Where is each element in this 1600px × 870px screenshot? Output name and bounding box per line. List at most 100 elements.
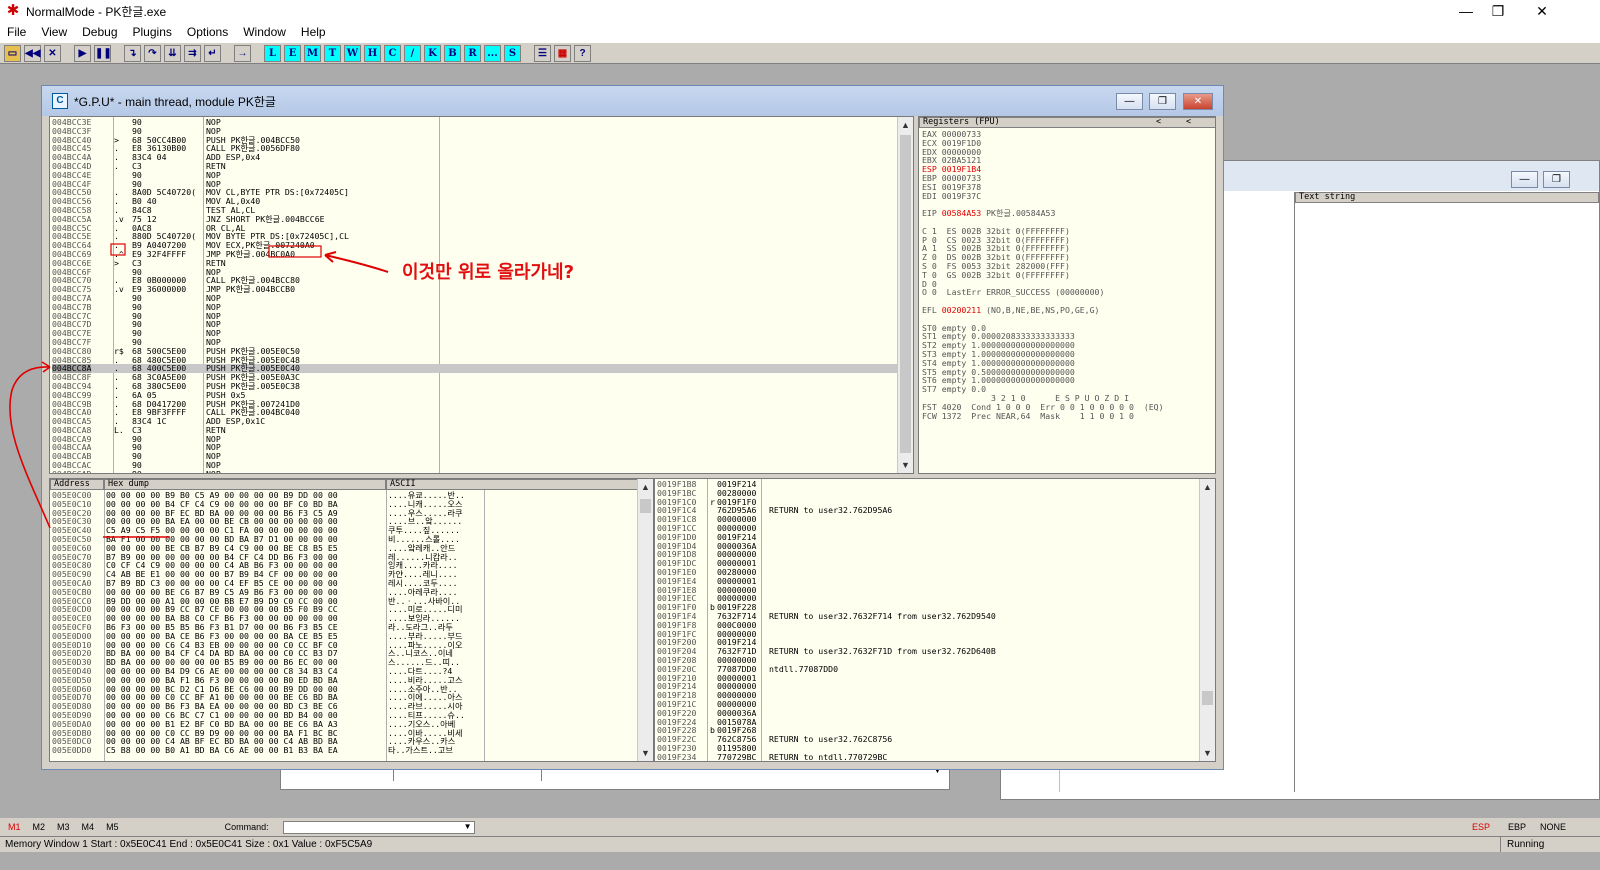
disasm-row[interactable]: 004BCC7D 90 NOP	[52, 320, 897, 329]
mark-m2[interactable]: M2	[33, 822, 46, 832]
open-icon[interactable]: ▭	[4, 44, 21, 62]
disasm-row[interactable]: 004BCCAD 90 NOP	[52, 470, 897, 473]
register-line[interactable]: EDI 0019F37C	[922, 191, 1164, 201]
disasm-row[interactable]: 004BCC75 .v E9 36000000 JMP PK한글.004BCCB0	[52, 285, 897, 294]
bg-minimize-button[interactable]: —	[1511, 171, 1538, 188]
disasm-row[interactable]: 004BCC7C 90 NOP	[52, 311, 897, 321]
disasm-row[interactable]: 004BCC56. B0 40 MOV AL,0x40	[52, 197, 897, 206]
dump-scrollbar[interactable]: ▲ ▼	[637, 479, 653, 761]
references-window-button[interactable]: R	[464, 44, 481, 62]
modules-window-button[interactable]: E	[284, 44, 301, 62]
register-line[interactable]: O 0 LastErr ERROR_SUCCESS (00000000)	[922, 288, 1164, 297]
dump-row[interactable]: 005E0DD0 C5 B8 00 00 B0 A1 BD BA C6 AE 00…	[52, 746, 632, 755]
disasm-row[interactable]: 004BCCA9 90 NOP	[52, 434, 897, 444]
disasm-row[interactable]: 004BCCAA 90 NOP	[52, 443, 897, 452]
run-icon[interactable]: ▶	[74, 44, 91, 62]
register-ebp[interactable]: EBP	[1508, 822, 1526, 832]
disassembly-scrollbar[interactable]: ▲ ▼	[897, 117, 913, 473]
stack-pane[interactable]: 0019F1B8 0019F214 0019F1BC 00280000 0019F1…	[654, 478, 1216, 762]
disasm-row[interactable]: 004BCC7B 90 NOP	[52, 302, 897, 312]
scroll-thumb[interactable]	[1202, 691, 1213, 705]
bg-restore-button[interactable]: ❐	[1543, 171, 1570, 188]
handles-window-button[interactable]: H	[364, 44, 381, 62]
scroll-thumb[interactable]	[640, 499, 651, 513]
disasm-row[interactable]: 004BCC4E 90 NOP	[52, 170, 897, 180]
memory-window-button[interactable]: M	[304, 44, 321, 62]
disasm-row[interactable]: 004BCCA5. 83C4 1C ADD ESP,0x1C	[52, 417, 897, 426]
disasm-row[interactable]: 004BCCA0. E8 9BF3FFFF CALL PK한글.004BC040	[52, 408, 897, 417]
register-line[interactable]: FCW 1372 Prec NEAR,64 Mask 1 1 0 0 1 0	[922, 411, 1164, 421]
register-esp[interactable]: ESP	[1472, 822, 1490, 832]
close-button[interactable]: ✕	[1520, 0, 1564, 22]
scroll-up-icon[interactable]: ▲	[638, 479, 653, 495]
register-line[interactable]: EFL 00200211 (NO,B,NE,BE,NS,PO,GE,G)	[922, 306, 1164, 315]
disasm-row[interactable]: 004BCC45. E8 36130B00 CALL PK한글.0056DF80	[52, 144, 897, 153]
disasm-row[interactable]: 004BCC4D. C3 RETN	[52, 162, 897, 171]
call-stack-window-button[interactable]: K	[424, 44, 441, 62]
scroll-up-icon[interactable]: ▲	[898, 117, 913, 133]
restore-button[interactable]: ❐	[1476, 0, 1520, 22]
chevron-left-icon[interactable]: <	[1156, 118, 1161, 127]
disasm-row[interactable]: 004BCC7A 90 NOP	[52, 294, 897, 303]
menu-window[interactable]: Window	[236, 25, 294, 39]
register-none[interactable]: NONE	[1540, 822, 1566, 832]
disasm-row[interactable]: 004BCC58. 84C8 TEST AL,CL	[52, 206, 897, 215]
appearance-icon[interactable]: ▦	[554, 44, 571, 62]
menu-file[interactable]: File	[0, 25, 34, 39]
breakpoints-window-button[interactable]: B	[444, 44, 461, 62]
log-window-button[interactable]: L	[264, 44, 281, 62]
close-process-icon[interactable]: ✕	[44, 44, 61, 62]
trace-into-icon[interactable]: ⇊	[164, 44, 181, 62]
windows-window-button[interactable]: W	[344, 44, 361, 62]
chevron-left-icon[interactable]: <	[1186, 118, 1191, 127]
menu-plugins[interactable]: Plugins	[126, 25, 180, 39]
disasm-row[interactable]: 004BCC7E 90 NOP	[52, 329, 897, 338]
registers-pane[interactable]: Registers (FPU) < < EAX 00000733 ECX 0019…	[918, 116, 1216, 474]
cpu-minimize-button[interactable]: —	[1116, 93, 1143, 110]
scroll-up-icon[interactable]: ▲	[1200, 479, 1215, 495]
mark-m4[interactable]: M4	[82, 822, 95, 832]
mark-m3[interactable]: M3	[57, 822, 70, 832]
stack-scrollbar[interactable]: ▲ ▼	[1199, 479, 1215, 761]
disasm-row[interactable]: 004BCCAB 90 NOP	[52, 452, 897, 461]
disassembly-pane[interactable]: 004BCC3E 90 NOP 004BCC3F 90 NOP 004BCC40 >68 …	[49, 116, 914, 474]
menu-debug[interactable]: Debug	[75, 25, 125, 39]
goto-icon[interactable]: →	[234, 44, 251, 62]
scroll-thumb[interactable]	[900, 135, 911, 453]
threads-window-button[interactable]: T	[324, 44, 341, 62]
menu-view[interactable]: View	[34, 25, 75, 39]
register-line[interactable]: T 0 GS 002B 32bit 0(FFFFFFFF)	[922, 270, 1164, 280]
disasm-row[interactable]: 004BCCAC 90 NOP	[52, 461, 897, 470]
scroll-down-icon[interactable]: ▼	[1200, 745, 1215, 761]
disasm-row[interactable]: 004BCC4A. 83C4 04 ADD ESP,0x4	[52, 153, 897, 162]
disasm-row[interactable]: 004BCC3E 90 NOP	[52, 118, 897, 127]
step-into-icon[interactable]: ↴	[124, 44, 141, 62]
list-icon[interactable]: ☰	[534, 44, 551, 62]
chevron-down-icon[interactable]: ▼	[464, 822, 472, 831]
register-line[interactable]: EIP 00584A53 PK한글.00584A53	[922, 209, 1164, 218]
step-over-icon[interactable]: ↷	[144, 44, 161, 62]
help-icon[interactable]: ?	[574, 44, 591, 62]
cpu-close-button[interactable]: ✕	[1183, 93, 1213, 110]
trace-over-icon[interactable]: ⇉	[184, 44, 201, 62]
command-input[interactable]: ▼	[282, 820, 475, 834]
disasm-row[interactable]: 004BCCA8 L. C3 RETN	[52, 426, 897, 435]
patches-window-button[interactable]: /	[404, 44, 421, 62]
stack-row[interactable]: 0019F234 770729BC RETURN to ntdll.770729B…	[657, 752, 1192, 761]
execute-till-return-icon[interactable]: ↵	[204, 44, 221, 62]
menu-help[interactable]: Help	[294, 25, 334, 39]
mark-m5[interactable]: M5	[106, 822, 119, 832]
disasm-row[interactable]: 004BCC94. 68 380C5E00 PUSH PK한글.005E0C38	[52, 382, 897, 391]
source-window-button[interactable]: S	[504, 44, 521, 62]
run-trace-window-button[interactable]: ...	[484, 44, 501, 62]
restart-icon[interactable]: ◀◀	[24, 44, 41, 62]
scroll-down-icon[interactable]: ▼	[898, 457, 913, 473]
hex-dump-pane[interactable]: Address Hex dump ASCII 005E0C00 00 00 00 …	[49, 478, 654, 762]
cpu-restore-button[interactable]: ❐	[1149, 93, 1176, 110]
pause-icon[interactable]: ❚❚	[94, 44, 112, 62]
cpu-window-button[interactable]: C	[384, 44, 401, 62]
mark-m1[interactable]: M1	[8, 822, 21, 832]
scroll-down-icon[interactable]: ▼	[638, 745, 653, 761]
menu-options[interactable]: Options	[180, 25, 236, 39]
disasm-row[interactable]: 004BCC50. 8A0D 5C40720(MOV CL,BYTE PTR DS…	[52, 188, 897, 197]
